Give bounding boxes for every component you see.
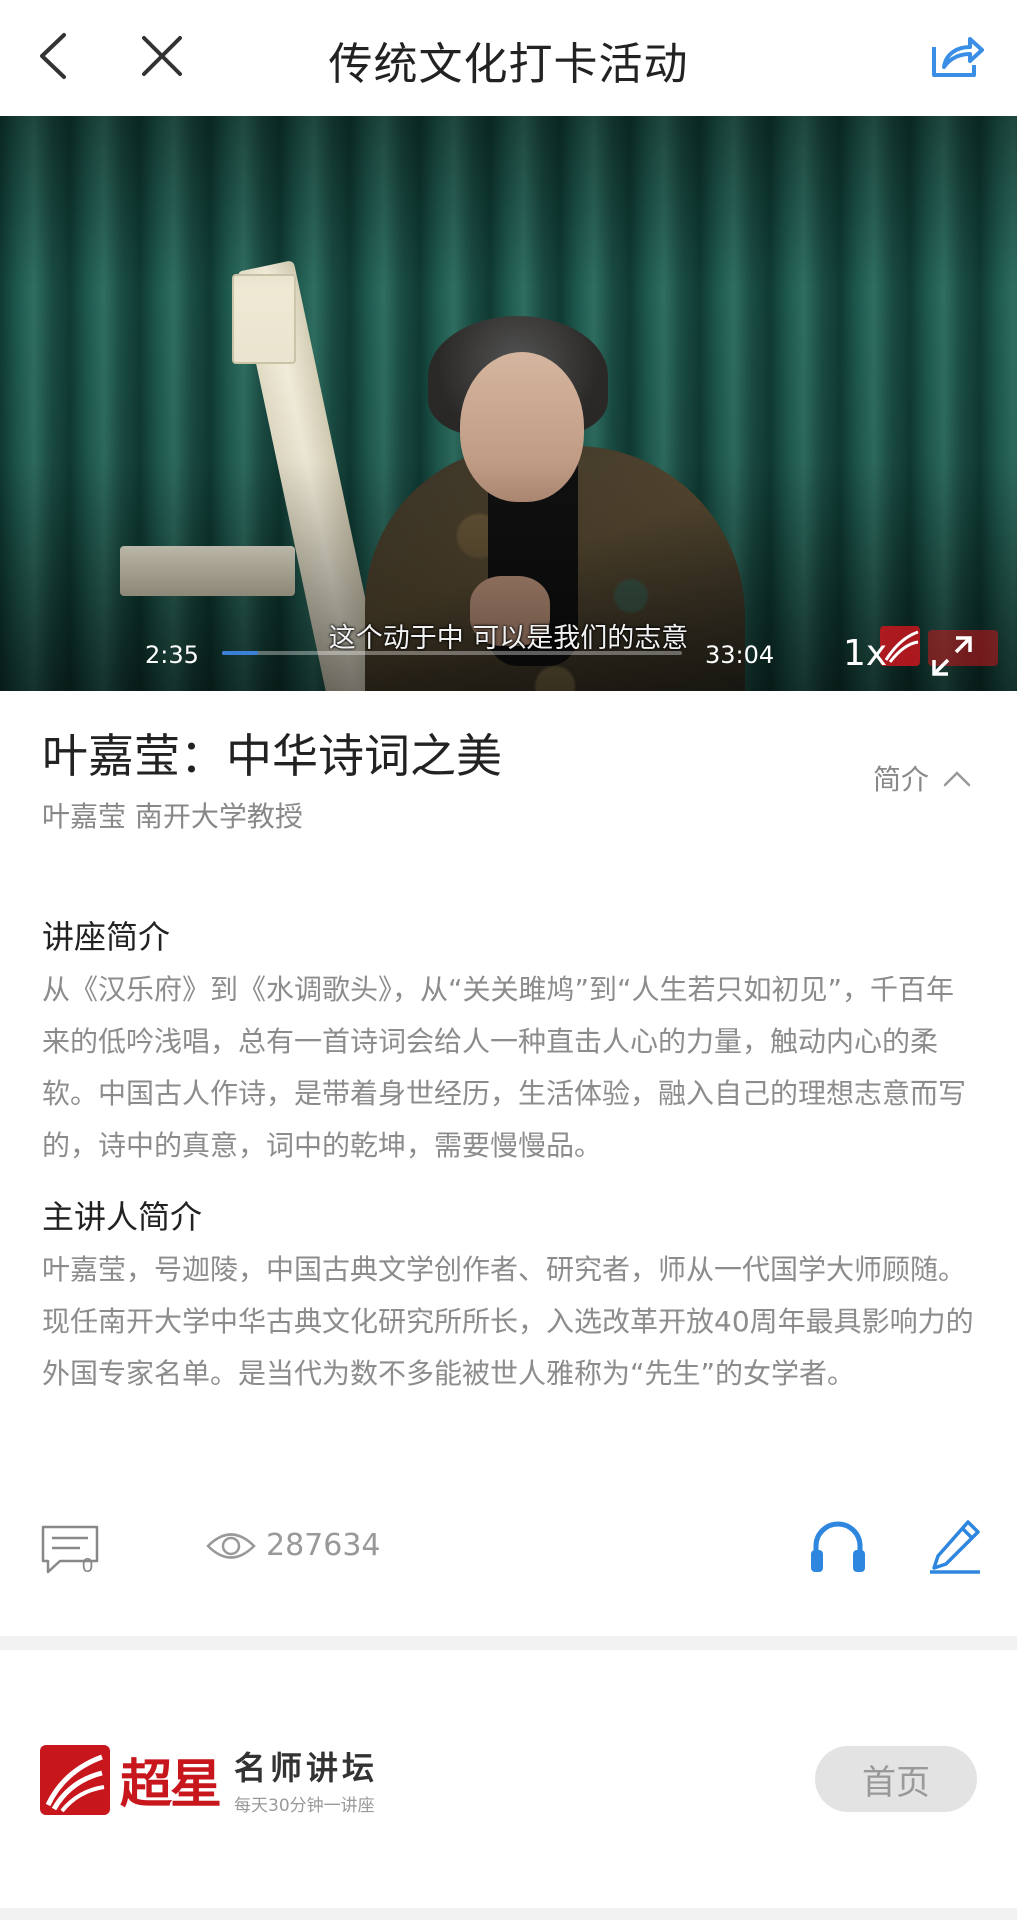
top-nav-bar: 传统文化打卡活动 (0, 0, 1017, 116)
bottom-bar (0, 1908, 1017, 1920)
playback-speed[interactable]: 1x (843, 633, 887, 674)
lecture-author: 叶嘉莹 南开大学教授 (42, 800, 303, 833)
audio-button[interactable] (808, 1518, 868, 1574)
intro-toggle-label: 简介 (872, 763, 929, 796)
section-divider (0, 1636, 1017, 1650)
intro-toggle[interactable]: 简介 (873, 758, 971, 798)
brand-text: 名师讲坛 每天30分钟一讲座 (234, 1743, 378, 1816)
view-counter: 287634 (206, 1528, 381, 1563)
progress-fill (222, 651, 258, 655)
fullscreen-icon[interactable] (930, 634, 974, 678)
home-button[interactable]: 首页 (815, 1746, 977, 1812)
share-icon (932, 37, 984, 77)
chaoxing-logo-icon (40, 1744, 110, 1815)
current-time: 2:35 (145, 641, 199, 669)
chevron-up-icon (943, 771, 971, 787)
speaker-intro-heading: 主讲人简介 (42, 1198, 203, 1236)
lecture-title: 叶嘉莹：中华诗词之美 (42, 729, 502, 783)
brand-name: 名师讲坛 (234, 1749, 379, 1787)
headphones-icon (811, 1521, 865, 1572)
brand-slogan: 每天30分钟一讲座 (234, 1796, 375, 1816)
lecture-intro-text: 从《汉乐府》到《水调歌头》，从“关关雎鸠”到“人生若只如初见”，千百年来的低吟浅… (42, 973, 967, 1162)
note-button[interactable] (928, 1518, 982, 1574)
comment-count: 0 (82, 1555, 93, 1576)
pencil-icon (930, 1520, 980, 1574)
comment-button[interactable]: 0 (40, 1524, 102, 1576)
view-count: 287634 (266, 1528, 381, 1563)
progress-bar[interactable] (222, 651, 682, 655)
speaker-intro-text: 叶嘉莹，号迦陵，中国古典文学创作者、研究者，师从一代国学大师顾随。现任南开大学中… (42, 1253, 974, 1390)
lecture-intro-heading: 讲座简介 (42, 918, 171, 956)
total-time: 33:04 (705, 641, 775, 669)
footer: 超星 名师讲坛 每天30分钟一讲座 首页 (0, 1650, 1017, 1910)
video-player[interactable]: 这个动于中 可以是我们的志意 2:35 33:04 1x (0, 116, 1017, 691)
brand-wordmark: 超星 (120, 1754, 222, 1815)
page-title: 传统文化打卡活动 (328, 39, 689, 90)
brand-logo[interactable]: 超星 名师讲坛 每天30分钟一讲座 (40, 1742, 378, 1817)
share-button[interactable] (925, 24, 989, 88)
comment-icon: 0 (41, 1525, 99, 1576)
eye-icon (206, 1532, 256, 1559)
action-bar: 0 287634 (0, 1510, 1017, 1590)
video-overlay (0, 116, 1017, 691)
